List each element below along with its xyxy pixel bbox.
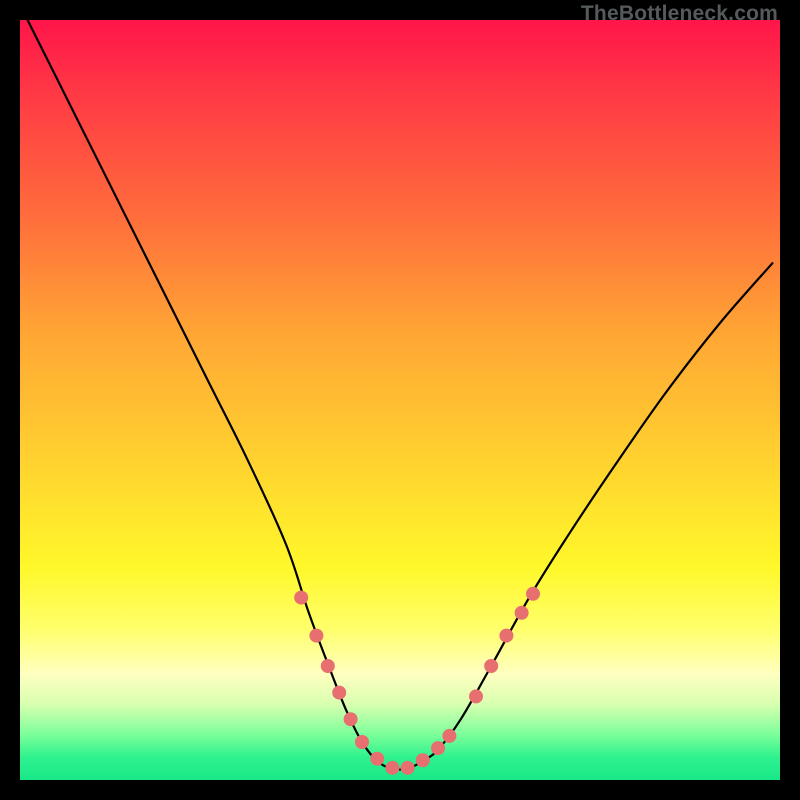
curve-marker: [416, 753, 430, 767]
curve-marker: [309, 629, 323, 643]
chart-frame: [20, 20, 780, 780]
curve-marker: [431, 741, 445, 755]
curve-marker: [344, 712, 358, 726]
bottleneck-curve: [28, 20, 773, 770]
curve-marker: [442, 729, 456, 743]
curve-markers: [294, 587, 540, 775]
chart-overlay: [20, 20, 780, 780]
curve-marker: [526, 587, 540, 601]
curve-marker: [469, 689, 483, 703]
curve-marker: [401, 761, 415, 775]
curve-marker: [499, 629, 513, 643]
curve-marker: [370, 752, 384, 766]
curve-marker: [332, 686, 346, 700]
curve-marker: [515, 606, 529, 620]
curve-marker: [385, 761, 399, 775]
attribution-label: TheBottleneck.com: [581, 2, 778, 26]
curve-marker: [321, 659, 335, 673]
curve-marker: [355, 735, 369, 749]
curve-marker: [294, 591, 308, 605]
curve-marker: [484, 659, 498, 673]
